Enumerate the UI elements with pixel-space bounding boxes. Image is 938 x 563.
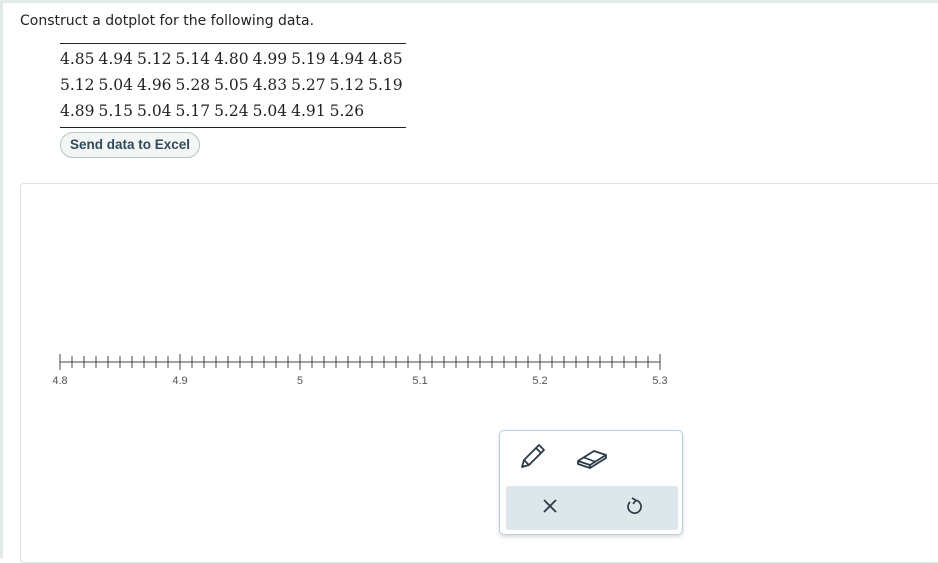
- clear-button[interactable]: [539, 495, 561, 517]
- clear-icon: [543, 499, 557, 513]
- tick-label: 4.8: [52, 375, 67, 387]
- tick-label: 5: [297, 375, 303, 387]
- pencil-icon: [521, 444, 545, 468]
- toolbox-action-row: [506, 486, 678, 530]
- undo-icon: [627, 497, 642, 514]
- tick-label: 5.2: [532, 375, 547, 387]
- tick-label: 4.9: [172, 375, 187, 387]
- undo-button[interactable]: [623, 495, 645, 517]
- eraser-icon: [577, 450, 607, 469]
- pencil-tool-button[interactable]: [514, 439, 550, 475]
- drawing-toolbox: [499, 430, 683, 535]
- eraser-tool-button[interactable]: [574, 439, 610, 475]
- tick-label: 5.1: [412, 375, 427, 387]
- number-line: 4.8 4.9 5 5.1 5.2 5.3: [52, 354, 668, 387]
- tick-label: 5.3: [652, 375, 667, 387]
